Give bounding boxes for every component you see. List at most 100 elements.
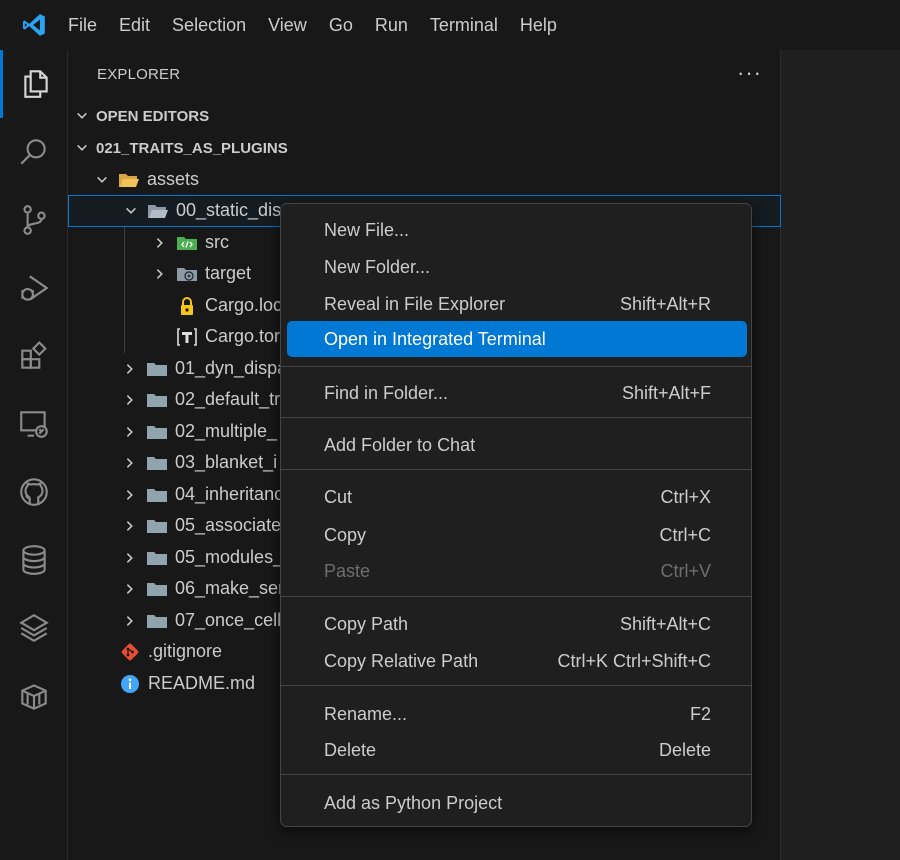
menu-separator bbox=[281, 366, 751, 367]
menu-item-label: New File... bbox=[324, 219, 410, 240]
chevron-right-icon bbox=[126, 457, 133, 468]
tree-item-label: 02_default_tr bbox=[175, 389, 281, 410]
git-icon bbox=[119, 642, 141, 662]
folder-open-icon bbox=[147, 201, 169, 221]
menu-item-shortcut: Ctrl+X bbox=[660, 486, 711, 507]
menu-selection[interactable]: Selection bbox=[161, 0, 257, 50]
menu-view[interactable]: View bbox=[257, 0, 318, 50]
open-editors-section[interactable]: OPEN EDITORS bbox=[68, 100, 781, 132]
chevron-right-icon bbox=[126, 426, 133, 437]
chevron-down-icon bbox=[77, 112, 87, 119]
menu-separator bbox=[281, 417, 751, 418]
folder-icon bbox=[146, 422, 168, 442]
chevron-right-icon bbox=[126, 363, 133, 374]
menu-item-label: Rename... bbox=[324, 703, 408, 724]
menu-item-new-folder[interactable]: New Folder... bbox=[287, 249, 747, 285]
menu-help[interactable]: Help bbox=[509, 0, 568, 50]
folder-icon bbox=[146, 516, 168, 536]
explorer-icon[interactable] bbox=[0, 50, 68, 118]
lock-icon bbox=[176, 296, 198, 316]
workspace-section[interactable]: 021_TRAITS_AS_PLUGINS bbox=[68, 132, 781, 164]
github-icon[interactable] bbox=[0, 458, 68, 526]
remote-explorer-icon[interactable] bbox=[0, 390, 68, 458]
menu-edit[interactable]: Edit bbox=[108, 0, 161, 50]
tree-item-label: README.md bbox=[148, 673, 256, 694]
editor-area bbox=[781, 50, 900, 860]
folder-icon bbox=[146, 548, 168, 568]
more-actions-icon[interactable]: ··· bbox=[737, 60, 762, 86]
menu-terminal[interactable]: Terminal bbox=[419, 0, 509, 50]
menu-item-copy-relative-path[interactable]: Copy Relative Path Ctrl+K Ctrl+Shift+C bbox=[287, 643, 747, 679]
tree-item-label: 05_associate bbox=[175, 515, 282, 536]
menu-item-label: Open in Integrated Terminal bbox=[324, 328, 546, 349]
tree-item-label: assets bbox=[147, 169, 200, 190]
chevron-right-icon bbox=[126, 394, 133, 405]
tree-item-label: .gitignore bbox=[148, 641, 223, 662]
chevron-right-icon bbox=[126, 520, 133, 531]
menu-item-add-as-python-project[interactable]: Add as Python Project bbox=[287, 785, 747, 821]
explorer-title: EXPLORER bbox=[97, 66, 181, 83]
menu-item-shortcut: Ctrl+K Ctrl+Shift+C bbox=[557, 650, 711, 671]
chevron-right-icon bbox=[156, 237, 163, 248]
tree-item-assets[interactable]: assets bbox=[68, 164, 781, 196]
folder-src-icon bbox=[176, 233, 198, 253]
menu-item-delete[interactable]: Delete Delete bbox=[287, 732, 747, 768]
menu-item-cut[interactable]: Cut Ctrl+X bbox=[287, 479, 747, 515]
menu-item-shortcut: F2 bbox=[689, 703, 711, 724]
folder-icon bbox=[146, 611, 168, 631]
menu-separator bbox=[281, 469, 751, 470]
folder-icon bbox=[146, 359, 168, 379]
chevron-down-icon bbox=[126, 207, 136, 214]
tree-item-label: 05_modules_ bbox=[175, 547, 284, 568]
tree-item-label: 00_static_dis bbox=[176, 200, 282, 221]
menu-separator bbox=[281, 685, 751, 686]
tree-item-label: 03_blanket_i bbox=[175, 452, 278, 473]
menu-item-reveal-in-file-explorer[interactable]: Reveal in File Explorer Shift+Alt+R bbox=[287, 286, 747, 322]
chevron-down-icon bbox=[77, 144, 87, 151]
search-icon[interactable] bbox=[0, 118, 68, 186]
tree-item-label: 06_make_ser bbox=[175, 578, 285, 599]
menu-item-shortcut: Delete bbox=[658, 739, 711, 760]
chevron-down-icon bbox=[97, 176, 107, 183]
menu-item-shortcut: Ctrl+C bbox=[659, 524, 711, 545]
menu-item-label: Delete bbox=[324, 739, 377, 760]
menu-item-label: Copy Relative Path bbox=[324, 650, 479, 671]
vscode-logo-icon[interactable] bbox=[0, 0, 68, 50]
menu-separator bbox=[281, 774, 751, 775]
toml-icon bbox=[176, 327, 198, 347]
menu-item-open-in-integrated-terminal[interactable]: Open in Integrated Terminal bbox=[287, 321, 747, 357]
folder-open-icon bbox=[118, 170, 140, 190]
menu-item-shortcut: Shift+Alt+R bbox=[619, 293, 711, 314]
menu-item-shortcut: Shift+Alt+F bbox=[621, 382, 711, 403]
database-icon[interactable] bbox=[0, 526, 68, 594]
menu-item-label: Add as Python Project bbox=[324, 792, 503, 813]
menu-item-label: Copy bbox=[324, 524, 367, 545]
context-menu: New File... New Folder... Reveal in File… bbox=[280, 203, 752, 827]
chevron-right-icon bbox=[126, 583, 133, 594]
tree-item-label: src bbox=[205, 232, 229, 253]
menu-item-paste[interactable]: Paste Ctrl+V bbox=[287, 553, 747, 589]
menu-item-copy[interactable]: Copy Ctrl+C bbox=[287, 517, 747, 553]
menu-item-add-folder-to-chat[interactable]: Add Folder to Chat bbox=[287, 427, 747, 463]
layers-icon[interactable] bbox=[0, 594, 68, 662]
menu-item-copy-path[interactable]: Copy Path Shift+Alt+C bbox=[287, 606, 747, 642]
run-debug-icon[interactable] bbox=[0, 254, 68, 322]
menu-go[interactable]: Go bbox=[318, 0, 364, 50]
menu-file[interactable]: File bbox=[68, 0, 108, 50]
tree-item-label: Cargo.tor bbox=[205, 326, 281, 347]
menu-item-find-in-folder[interactable]: Find in Folder... Shift+Alt+F bbox=[287, 375, 747, 411]
tree-item-label: 04_inheritanc bbox=[175, 484, 284, 505]
package-icon[interactable] bbox=[0, 662, 68, 730]
menu-item-label: Add Folder to Chat bbox=[324, 434, 476, 455]
menu-item-shortcut: Ctrl+V bbox=[660, 560, 711, 581]
menu-item-label: Paste bbox=[324, 560, 371, 581]
workspace-label: 021_TRAITS_AS_PLUGINS bbox=[96, 139, 288, 157]
menu-item-rename[interactable]: Rename... F2 bbox=[287, 696, 747, 732]
chevron-right-icon bbox=[126, 489, 133, 500]
extensions-icon[interactable] bbox=[0, 322, 68, 390]
menu-item-new-file[interactable]: New File... bbox=[287, 212, 747, 248]
menu-item-label: New Folder... bbox=[324, 256, 431, 277]
source-control-icon[interactable] bbox=[0, 186, 68, 254]
folder-target-icon bbox=[176, 264, 198, 284]
menu-run[interactable]: Run bbox=[364, 0, 419, 50]
